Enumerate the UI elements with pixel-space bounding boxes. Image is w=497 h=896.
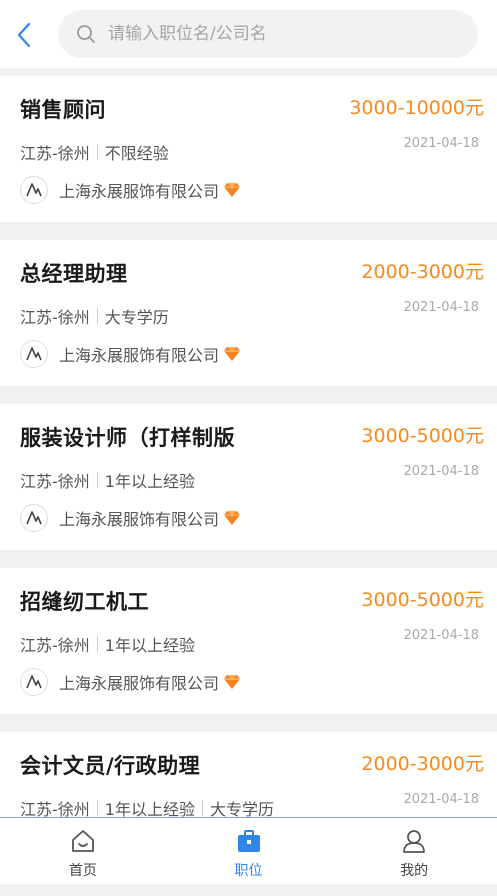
job-card[interactable]: 服装设计师（打样制版 3000-5000元 江苏-徐州 1年以上经验 2021-… [0,404,497,550]
divider [96,144,98,160]
job-date: 2021-04-18 [403,300,479,315]
company-logo [20,176,48,204]
company-name: 上海永展服饰有限公司 [59,346,220,365]
search-input[interactable] [108,24,428,44]
search-bar[interactable] [58,10,478,58]
job-title: 销售顾问 [20,98,106,122]
bottom-tab-bar: 首页 职位 我的 [0,817,497,884]
job-date: 2021-04-18 [403,136,479,151]
company-row[interactable]: 上海永展服饰有限公司 [20,504,241,532]
company-name: 上海永展服饰有限公司 [59,674,220,693]
briefcase-icon [237,830,260,852]
job-card[interactable]: 招缝纫工机工 3000-5000元 江苏-徐州 1年以上经验 2021-04-1… [0,568,497,714]
job-card[interactable]: 销售顾问 3000-10000元 江苏-徐州 不限经验 2021-04-18 上… [0,76,497,222]
job-requirement: 1年以上经验 [104,636,195,655]
tab-jobs-label: 职位 [234,863,263,879]
divider [96,308,98,324]
job-card[interactable]: 总经理助理 2000-3000元 江苏-徐州 大专学历 2021-04-18 上… [0,240,497,386]
company-row[interactable]: 上海永展服饰有限公司 [20,176,241,204]
diamond-icon [224,675,241,689]
divider [96,472,98,488]
diamond-icon [224,511,241,525]
diamond-icon [224,347,241,361]
divider [201,800,203,816]
user-icon [403,830,426,853]
job-title: 服装设计师（打样制版 [20,426,235,450]
job-location: 江苏-徐州 [20,636,90,655]
tab-mine-label: 我的 [400,863,429,879]
company-logo [20,340,48,368]
company-name: 上海永展服饰有限公司 [59,182,220,201]
tab-mine[interactable]: 我的 [331,818,497,884]
tab-home[interactable]: 首页 [0,818,166,884]
job-salary: 3000-5000元 [361,425,484,447]
job-requirement: 大专学历 [104,308,169,327]
job-requirement: 不限经验 [104,144,169,163]
diamond-icon [224,183,241,197]
job-location: 江苏-徐州 [20,472,90,491]
job-meta: 江苏-徐州 大专学历 [20,304,169,328]
search-icon [77,25,95,43]
job-salary: 2000-3000元 [361,261,484,283]
tab-home-label: 首页 [68,863,97,879]
job-meta: 江苏-徐州 1年以上经验 [20,468,195,492]
job-list: 销售顾问 3000-10000元 江苏-徐州 不限经验 2021-04-18 上… [0,76,497,896]
company-row[interactable]: 上海永展服饰有限公司 [20,340,241,368]
chevron-left-icon [17,22,31,48]
job-salary: 3000-10000元 [349,97,484,119]
job-requirement: 1年以上经验 [104,472,195,491]
divider [96,800,98,816]
job-date: 2021-04-18 [403,792,479,807]
home-icon [71,830,94,852]
job-meta: 江苏-徐州 不限经验 [20,140,169,164]
job-location: 江苏-徐州 [20,144,90,163]
company-name: 上海永展服饰有限公司 [59,510,220,529]
job-location: 江苏-徐州 [20,308,90,327]
job-date: 2021-04-18 [403,628,479,643]
job-salary: 2000-3000元 [361,753,484,775]
job-title: 招缝纫工机工 [20,590,149,614]
company-row[interactable]: 上海永展服饰有限公司 [20,668,241,696]
job-meta: 江苏-徐州 1年以上经验 [20,632,195,656]
job-title: 会计文员/行政助理 [20,754,201,778]
job-salary: 3000-5000元 [361,589,484,611]
divider [96,636,98,652]
job-title: 总经理助理 [20,262,128,286]
back-button[interactable] [10,20,38,50]
company-logo [20,668,48,696]
header [0,0,497,68]
company-logo [20,504,48,532]
job-date: 2021-04-18 [403,464,479,479]
tab-jobs[interactable]: 职位 [166,818,332,884]
